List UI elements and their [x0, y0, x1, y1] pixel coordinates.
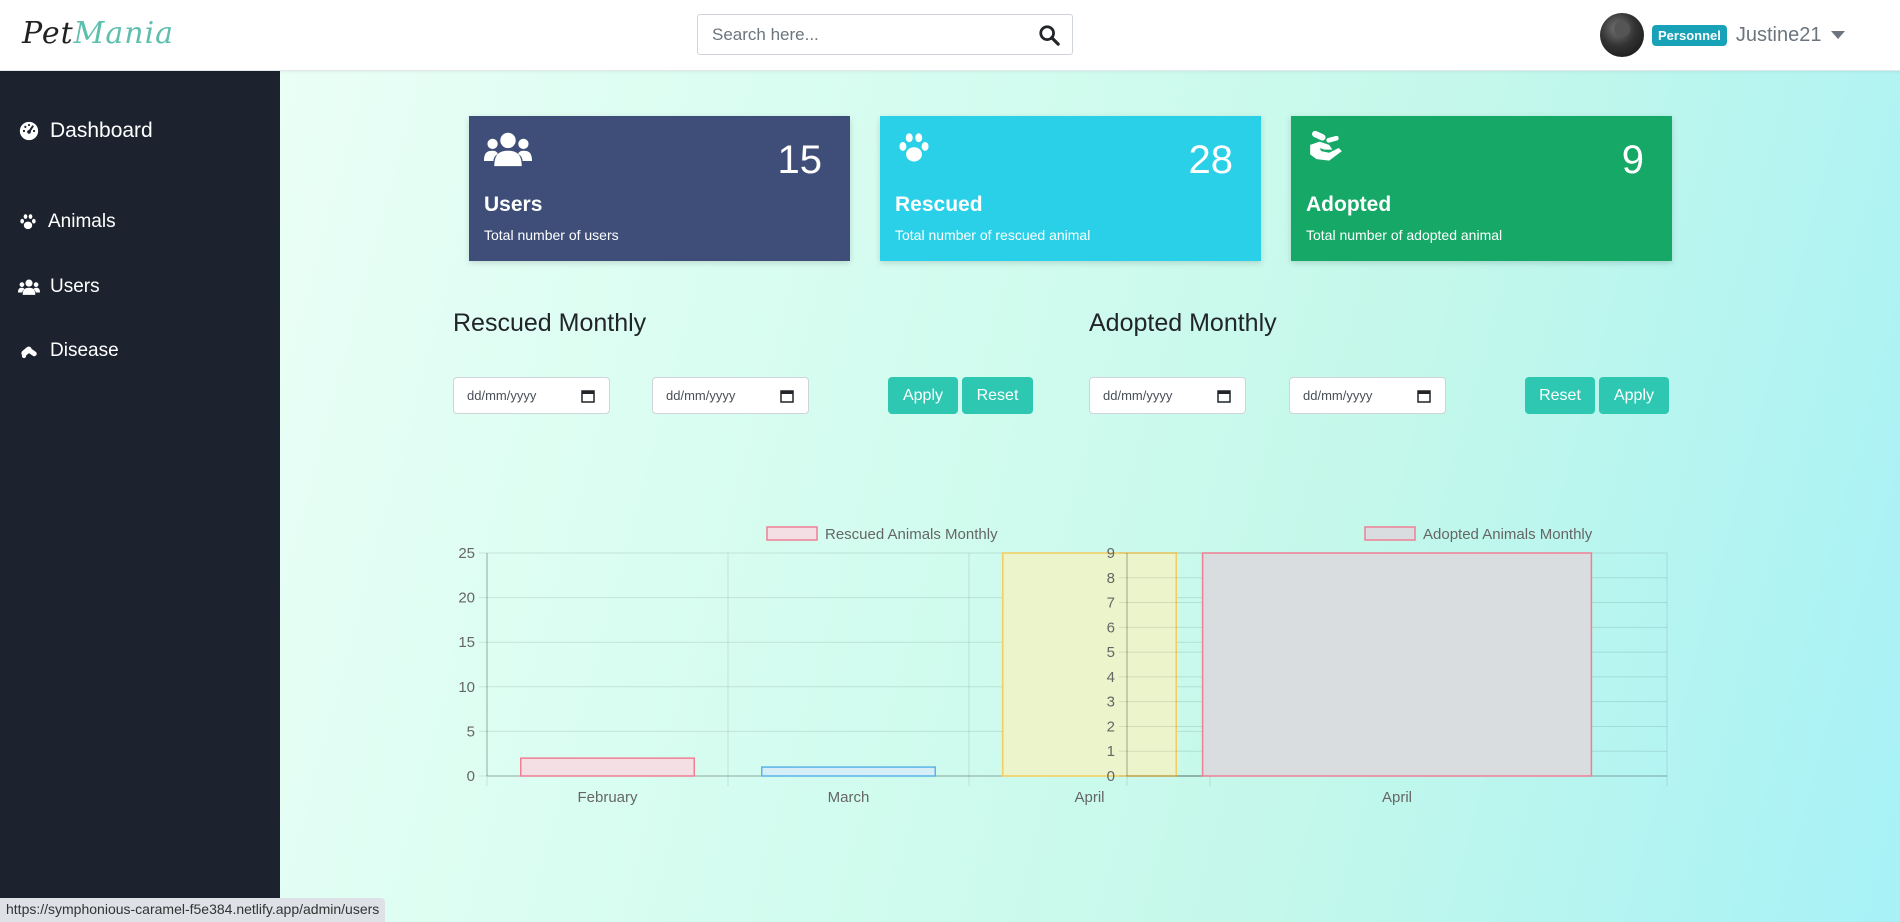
card-title: Adopted: [1306, 193, 1392, 216]
avatar[interactable]: [1600, 13, 1644, 57]
y-tick-label: 0: [1107, 768, 1115, 785]
legend-swatch[interactable]: [1364, 526, 1416, 541]
app-logo[interactable]: PetMania: [22, 16, 174, 51]
chevron-down-icon[interactable]: [1831, 31, 1846, 39]
user-menu[interactable]: Personnel Justine21: [1600, 12, 1846, 58]
sidebar-item-label: Disease: [50, 340, 119, 361]
top-navbar: PetMania Personnel Justine21: [0, 0, 1900, 71]
card-title: Users: [484, 193, 543, 216]
adopted-date-from-input[interactable]: dd/mm/yyyy: [1089, 377, 1246, 414]
bar-march[interactable]: [760, 766, 937, 777]
y-tick-label: 15: [458, 634, 475, 651]
x-tick-label: February: [577, 789, 638, 806]
disease-icon: [21, 346, 37, 359]
date-placeholder: dd/mm/yyyy: [1303, 388, 1373, 403]
sidebar-item-label: Dashboard: [50, 119, 153, 142]
y-tick-label: 2: [1107, 718, 1115, 735]
adopted-count: 9: [1621, 138, 1644, 182]
card-description: Total number of rescued animal: [895, 227, 1091, 243]
rescued-apply-button[interactable]: Apply: [888, 377, 958, 414]
adopted-reset-button[interactable]: Reset: [1525, 377, 1595, 414]
users-icon: [18, 279, 40, 295]
sidebar-item-animals[interactable]: Animals: [18, 211, 116, 233]
card-title: Rescued: [895, 193, 983, 216]
dashboard-icon: [19, 121, 39, 141]
y-tick-label: 3: [1107, 694, 1115, 711]
sidebar-item-dashboard[interactable]: Dashboard: [18, 119, 153, 143]
legend-swatch[interactable]: [766, 526, 818, 541]
logo-text-pet: Pet: [22, 16, 74, 51]
main-content: 15 Users Total number of users 28 Rescue…: [280, 71, 1900, 922]
adopted-monthly-title: Adopted Monthly: [1089, 309, 1277, 337]
y-tick-label: 25: [458, 545, 475, 562]
y-tick-label: 5: [467, 723, 475, 740]
date-placeholder: dd/mm/yyyy: [467, 388, 537, 403]
adopted-date-to-input[interactable]: dd/mm/yyyy: [1289, 377, 1446, 414]
card-description: Total number of users: [484, 227, 619, 243]
y-tick-label: 7: [1107, 595, 1115, 612]
y-tick-label: 4: [1107, 669, 1115, 686]
y-tick-label: 8: [1107, 570, 1115, 587]
y-tick-label: 1: [1107, 743, 1115, 760]
logo-text-mania: Mania: [73, 16, 175, 51]
legend-label[interactable]: Adopted Animals Monthly: [1423, 526, 1593, 543]
date-placeholder: dd/mm/yyyy: [1103, 388, 1173, 403]
users-icon: [484, 132, 532, 167]
paw-icon: [20, 214, 36, 230]
rescued-monthly-title: Rescued Monthly: [453, 309, 647, 337]
sidebar: Dashboard Animals Users Disease: [0, 71, 280, 922]
rescued-count: 28: [1188, 138, 1234, 182]
users-count: 15: [777, 138, 823, 182]
search-input[interactable]: [698, 15, 1018, 54]
adopted-monthly-chart: Adopted Animals Monthly 0 1 2 3 4 5 6 7 8 9 April: [1107, 526, 1668, 806]
y-tick-label: 10: [458, 679, 475, 696]
x-tick-label: April: [1382, 789, 1412, 806]
rescued-reset-button[interactable]: Reset: [962, 377, 1033, 414]
search-icon[interactable]: [1038, 24, 1060, 46]
calendar-icon[interactable]: [780, 389, 794, 403]
y-tick-label: 0: [467, 768, 475, 785]
users-stat-card[interactable]: 15 Users Total number of users: [469, 116, 850, 261]
rescued-date-to-input[interactable]: dd/mm/yyyy: [652, 377, 809, 414]
y-tick-label: 6: [1107, 619, 1115, 636]
rescued-stat-card[interactable]: 28 Rescued Total number of rescued anima…: [880, 116, 1261, 261]
rescued-date-from-input[interactable]: dd/mm/yyyy: [453, 377, 610, 414]
status-bar-url: https://symphonious-caramel-f5e384.netli…: [0, 898, 386, 922]
y-tick-label: 20: [458, 590, 475, 607]
adopted-apply-button[interactable]: Apply: [1599, 377, 1669, 414]
calendar-icon[interactable]: [581, 389, 595, 403]
search-box: [697, 14, 1073, 55]
x-tick-label: March: [828, 789, 870, 806]
bar-february[interactable]: [519, 757, 696, 777]
sidebar-item-disease[interactable]: Disease: [18, 340, 119, 362]
bar-april[interactable]: [1201, 552, 1593, 777]
sidebar-item-users[interactable]: Users: [18, 276, 100, 298]
calendar-icon[interactable]: [1417, 389, 1431, 403]
username[interactable]: Justine21: [1736, 24, 1822, 47]
paw-icon: [899, 133, 929, 162]
role-badge: Personnel: [1652, 24, 1727, 46]
sidebar-item-label: Users: [50, 276, 100, 297]
adopted-stat-card[interactable]: 9 Adopted Total number of adopted animal: [1291, 116, 1672, 261]
date-placeholder: dd/mm/yyyy: [666, 388, 736, 403]
calendar-icon[interactable]: [1217, 389, 1231, 403]
y-tick-label: 5: [1107, 644, 1115, 661]
hand-icon: [1310, 130, 1342, 161]
sidebar-item-label: Animals: [48, 211, 116, 232]
y-tick-label: 9: [1107, 545, 1115, 562]
legend-label[interactable]: Rescued Animals Monthly: [825, 526, 998, 543]
card-description: Total number of adopted animal: [1306, 227, 1503, 243]
